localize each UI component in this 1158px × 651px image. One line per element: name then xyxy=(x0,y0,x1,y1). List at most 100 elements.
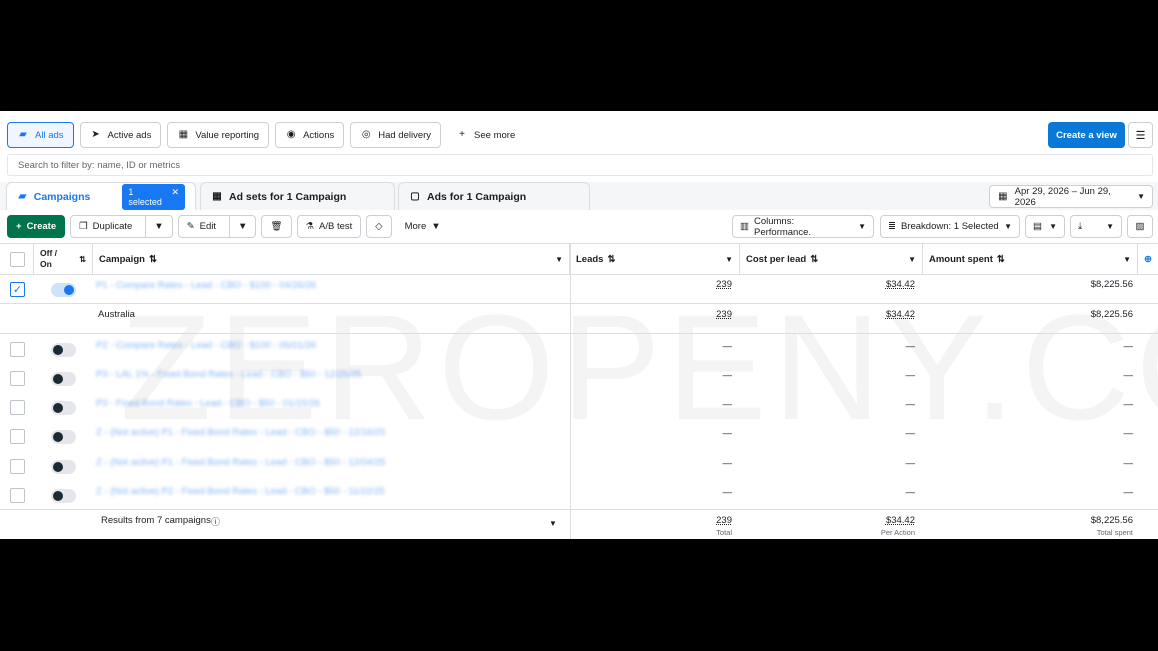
row-checkbox[interactable]: ✓ xyxy=(10,282,25,297)
total-cpl-value[interactable]: $34.42 xyxy=(850,515,915,526)
delete-button[interactable]: 🗑 xyxy=(261,215,292,238)
duplicate-dropdown[interactable]: ▼ xyxy=(145,216,171,237)
send-icon: ➤ xyxy=(91,129,100,140)
table-row[interactable]: Z - (Not active) P1 - Fixed Bond Rates -… xyxy=(0,422,1158,451)
calendar-icon: ▦ xyxy=(998,190,1008,202)
edit-dropdown[interactable]: ▼ xyxy=(229,216,255,237)
export-dropdown[interactable]: ⤓ ▼ xyxy=(1070,215,1122,238)
tag-button[interactable]: ◇ xyxy=(366,215,392,238)
leads-value: — xyxy=(722,458,733,469)
selected-badge[interactable]: 1 selected ✕ xyxy=(122,183,185,210)
edit-button[interactable]: ✎ Edit xyxy=(179,216,224,237)
table-row[interactable]: P3 - Fixed Bond Rates - Lead - CBO - $50… xyxy=(0,393,1158,422)
more-button[interactable]: More ▼ xyxy=(396,215,449,238)
view-settings-button[interactable]: ☰ xyxy=(1128,122,1153,148)
breakdown-dropdown[interactable]: ≣ Breakdown: 1 Selected ▼ xyxy=(880,215,1020,238)
had-delivery-filter[interactable]: ◎ Had delivery xyxy=(350,122,442,148)
chevron-down-icon[interactable]: ▼ xyxy=(725,255,733,264)
campaign-name[interactable]: Z - (Not active) P1 - Fixed Bond Rates -… xyxy=(96,457,385,468)
info-icon[interactable]: ⓘ xyxy=(211,515,220,528)
view-filters: ▰ All ads ➤ Active ads ▦ Value reporting… xyxy=(7,122,524,148)
tab-campaigns[interactable]: ▰ Campaigns 1 selected ✕ xyxy=(6,182,196,210)
table-row[interactable]: Z - (Not active) P1 - Fixed Bond Rates -… xyxy=(0,452,1158,481)
campaign-toggle[interactable] xyxy=(51,489,76,503)
cost-per-lead-value: — xyxy=(905,458,916,469)
campaign-toggle[interactable] xyxy=(51,401,76,415)
add-column-button[interactable]: ⊕ xyxy=(1138,244,1158,274)
leads-value: — xyxy=(722,428,733,439)
create-view-button[interactable]: Create a view xyxy=(1048,122,1125,148)
chevron-down-icon[interactable]: ▼ xyxy=(908,255,916,264)
all-ads-filter[interactable]: ▰ All ads xyxy=(7,122,74,148)
create-button[interactable]: + Create xyxy=(7,215,66,238)
chart-button[interactable]: ▨ xyxy=(1127,215,1153,238)
tab-ads[interactable]: ▢ Ads for 1 Campaign xyxy=(398,182,590,210)
campaign-toggle[interactable] xyxy=(51,372,76,386)
select-all-cell xyxy=(0,244,34,274)
campaign-toggle[interactable] xyxy=(51,430,76,444)
table-row[interactable]: P3 - LAL 1% - Fixed Bond Rates - Lead - … xyxy=(0,364,1158,393)
chevron-down-icon: ▼ xyxy=(238,221,248,232)
see-more-button[interactable]: + See more xyxy=(447,122,524,148)
campaign-name[interactable]: P2 - Compare Rates - Lead - CBO - $100 -… xyxy=(96,340,316,351)
tab-ad-sets[interactable]: ▦ Ad sets for 1 Campaign xyxy=(200,182,395,210)
campaign-name[interactable]: P3 - Fixed Bond Rates - Lead - CBO - $50… xyxy=(96,398,320,409)
row-checkbox[interactable] xyxy=(10,342,25,357)
row-checkbox[interactable] xyxy=(10,488,25,503)
amount-spent-header[interactable]: Amount spent ⇅ ▼ xyxy=(923,244,1138,274)
row-checkbox[interactable] xyxy=(10,459,25,474)
search-input[interactable]: Search to filter by: name, ID or metrics xyxy=(7,154,1153,176)
plus-icon: + xyxy=(16,221,22,232)
campaign-name[interactable]: Z - (Not active) P1 - Fixed Bond Rates -… xyxy=(96,427,385,438)
cost-per-lead-value[interactable]: $34.42 xyxy=(850,309,915,320)
duplicate-button[interactable]: ❐ Duplicate xyxy=(71,216,140,237)
tab-campaigns-label: Campaigns xyxy=(33,190,91,203)
leads-value[interactable]: 239 xyxy=(680,309,732,320)
cost-per-lead-value[interactable]: $34.42 xyxy=(850,279,915,290)
create-label: Create xyxy=(26,221,57,232)
campaign-toggle[interactable] xyxy=(51,343,76,357)
ab-test-label: A/B test xyxy=(319,221,353,232)
clear-selection-icon[interactable]: ✕ xyxy=(171,187,179,207)
chart-icon: ▨ xyxy=(1135,221,1145,232)
chevron-down-icon: ▼ xyxy=(1137,192,1145,201)
table-row[interactable]: P2 - Compare Rates - Lead - CBO - $100 -… xyxy=(0,335,1158,364)
campaign-toggle[interactable] xyxy=(51,460,76,474)
actions-filter[interactable]: ◉ Actions xyxy=(275,122,345,148)
edit-label: Edit xyxy=(199,221,217,232)
duplicate-label: Duplicate xyxy=(92,221,133,232)
leads-value: — xyxy=(722,487,733,498)
ab-test-button[interactable]: ⚗ A/B test xyxy=(296,215,362,238)
campaign-name[interactable]: Z - (Not active) P2 - Fixed Bond Rates -… xyxy=(96,486,385,497)
leads-value[interactable]: 239 xyxy=(680,279,732,290)
date-range-picker[interactable]: ▦ Apr 29, 2026 – Jun 29, 2026 ▼ xyxy=(989,185,1153,208)
breakdown-icon: ≣ xyxy=(888,221,896,232)
campaign-header[interactable]: Campaign ⇅ ▼ xyxy=(93,244,570,274)
reports-dropdown[interactable]: ▤ ▼ xyxy=(1025,215,1065,238)
campaign-name[interactable]: P3 - LAL 1% - Fixed Bond Rates - Lead - … xyxy=(96,369,361,380)
chevron-down-icon[interactable]: ▼ xyxy=(1123,255,1131,264)
table-row[interactable]: ✓ P1 - Compare Rates - Lead - CBO - $100… xyxy=(0,275,1158,304)
sort-icon: ⇅ xyxy=(810,253,819,265)
pencil-icon: ✎ xyxy=(186,221,195,232)
total-leads-value[interactable]: 239 xyxy=(680,515,732,526)
columns-dropdown[interactable]: ▥ Columns: Performance. ▼ xyxy=(732,215,874,238)
select-all-checkbox[interactable] xyxy=(10,252,25,267)
leads-header[interactable]: Leads ⇅ ▼ xyxy=(570,244,740,274)
chevron-down-icon: ▼ xyxy=(1004,222,1012,231)
campaign-folder-icon: ▰ xyxy=(18,190,27,202)
off-on-header[interactable]: Off / On ⇅ xyxy=(34,244,93,274)
more-label: More xyxy=(404,221,427,232)
value-reporting-filter[interactable]: ▦ Value reporting xyxy=(167,122,270,148)
sliders-icon: ☰ xyxy=(1135,129,1146,142)
chevron-down-icon[interactable]: ▼ xyxy=(555,255,563,264)
row-checkbox[interactable] xyxy=(10,400,25,415)
campaign-name[interactable]: P1 - Compare Rates - Lead - CBO - $100 -… xyxy=(96,280,316,291)
chevron-down-icon[interactable]: ▼ xyxy=(549,519,557,528)
cost-per-lead-header[interactable]: Cost per lead ⇅ ▼ xyxy=(740,244,923,274)
campaign-toggle[interactable] xyxy=(51,283,76,297)
table-row[interactable]: Z - (Not active) P2 - Fixed Bond Rates -… xyxy=(0,481,1158,510)
row-checkbox[interactable] xyxy=(10,371,25,386)
active-ads-filter[interactable]: ➤ Active ads xyxy=(79,122,162,148)
row-checkbox[interactable] xyxy=(10,429,25,444)
